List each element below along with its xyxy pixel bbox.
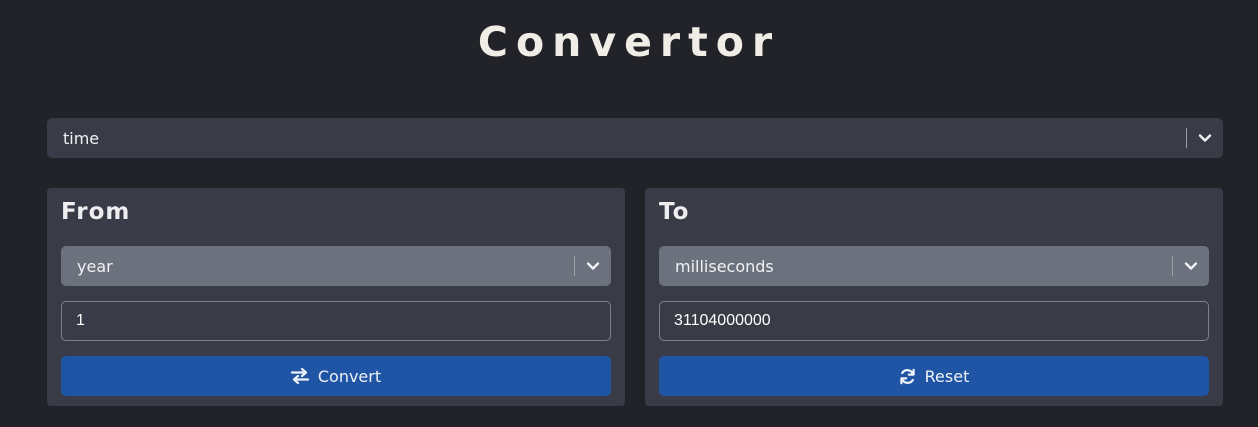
convert-button-label: Convert	[317, 366, 382, 386]
from-unit-value: year	[77, 256, 113, 276]
exchange-icon	[290, 368, 309, 384]
category-select[interactable]: time	[47, 118, 1223, 158]
app-title: Convertor	[477, 18, 781, 66]
sync-icon	[899, 368, 916, 385]
convert-button[interactable]: Convert	[61, 356, 611, 396]
reset-button[interactable]: Reset	[659, 356, 1209, 396]
from-heading: From	[61, 199, 131, 225]
from-unit-select[interactable]: year	[61, 246, 611, 286]
reset-button-label: Reset	[924, 366, 970, 386]
category-select-value: time	[63, 128, 100, 148]
chevron-down-icon[interactable]	[575, 261, 611, 271]
from-value-input[interactable]	[61, 301, 611, 341]
from-panel: From year Convert	[47, 188, 625, 406]
chevron-down-icon[interactable]	[1173, 261, 1209, 271]
to-value-input[interactable]	[659, 301, 1209, 341]
to-unit-select[interactable]: milliseconds	[659, 246, 1209, 286]
to-panel: To milliseconds Reset	[645, 188, 1223, 406]
to-unit-value: milliseconds	[675, 256, 774, 276]
chevron-down-icon[interactable]	[1187, 133, 1223, 143]
to-heading: To	[659, 199, 690, 225]
